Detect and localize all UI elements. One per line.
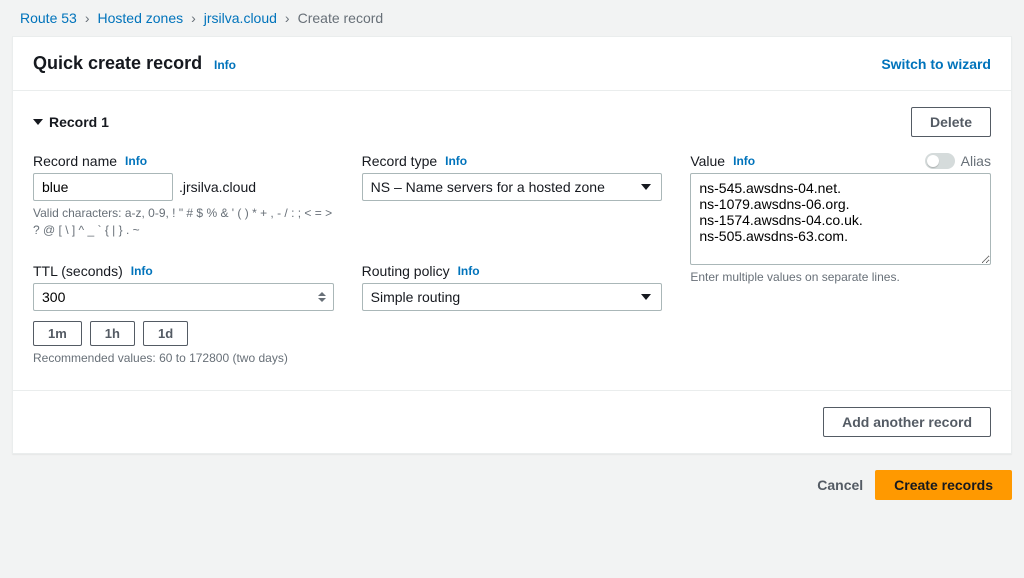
ttl-preset-1m[interactable]: 1m bbox=[33, 321, 82, 346]
record-name-suffix: .jrsilva.cloud bbox=[179, 179, 256, 195]
chevron-down-icon bbox=[641, 184, 651, 190]
ttl-preset-1h[interactable]: 1h bbox=[90, 321, 135, 346]
record-title-label: Record 1 bbox=[49, 114, 109, 130]
routing-policy-info-link[interactable]: Info bbox=[458, 264, 480, 278]
ttl-label: TTL (seconds) bbox=[33, 263, 123, 279]
alias-toggle-label: Alias bbox=[961, 153, 991, 169]
chevron-right-icon: › bbox=[285, 10, 290, 26]
breadcrumb-link-hosted-zones[interactable]: Hosted zones bbox=[98, 10, 184, 26]
record-expander[interactable]: Record 1 bbox=[33, 114, 109, 130]
ttl-field: TTL (seconds) Info 1m 1h 1d Recommended … bbox=[33, 263, 334, 367]
ttl-hint: Recommended values: 60 to 172800 (two da… bbox=[33, 350, 334, 367]
create-record-panel: Quick create record Info Switch to wizar… bbox=[12, 36, 1012, 454]
panel-footer: Add another record bbox=[13, 391, 1011, 453]
routing-policy-value: Simple routing bbox=[371, 289, 461, 305]
chevron-right-icon: › bbox=[191, 10, 196, 26]
stepper-down-icon bbox=[318, 298, 326, 302]
record-value-field: Value Info Alias ns-545.awsdns-04.net. n… bbox=[690, 153, 991, 366]
record-name-input[interactable] bbox=[33, 173, 173, 201]
switch-to-wizard-link[interactable]: Switch to wizard bbox=[881, 56, 991, 72]
page-title-info-link[interactable]: Info bbox=[214, 58, 236, 72]
page-actions: Cancel Create records bbox=[0, 470, 1024, 520]
chevron-right-icon: › bbox=[85, 10, 90, 26]
record-type-label: Record type bbox=[362, 153, 437, 169]
record-name-field: Record name Info .jrsilva.cloud Valid ch… bbox=[33, 153, 334, 239]
caret-down-icon bbox=[33, 119, 43, 125]
record-type-value: NS – Name servers for a hosted zone bbox=[371, 179, 605, 195]
alias-toggle[interactable] bbox=[925, 153, 955, 169]
add-another-record-button[interactable]: Add another record bbox=[823, 407, 991, 437]
record-value-label: Value bbox=[690, 153, 725, 169]
ttl-preset-1d[interactable]: 1d bbox=[143, 321, 188, 346]
breadcrumb-current: Create record bbox=[298, 10, 384, 26]
breadcrumb: Route 53 › Hosted zones › jrsilva.cloud … bbox=[0, 0, 1024, 36]
chevron-down-icon bbox=[641, 294, 651, 300]
ttl-input[interactable] bbox=[33, 283, 334, 311]
cancel-button[interactable]: Cancel bbox=[817, 477, 863, 493]
stepper-up-icon bbox=[318, 292, 326, 296]
record-value-info-link[interactable]: Info bbox=[733, 154, 755, 168]
breadcrumb-link-zone[interactable]: jrsilva.cloud bbox=[204, 10, 277, 26]
record-type-info-link[interactable]: Info bbox=[445, 154, 467, 168]
record-name-label: Record name bbox=[33, 153, 117, 169]
record-name-info-link[interactable]: Info bbox=[125, 154, 147, 168]
record-name-hint: Valid characters: a-z, 0-9, ! " # $ % & … bbox=[33, 205, 334, 239]
routing-policy-select[interactable]: Simple routing bbox=[362, 283, 663, 311]
panel-header: Quick create record Info Switch to wizar… bbox=[13, 37, 1011, 91]
ttl-info-link[interactable]: Info bbox=[131, 264, 153, 278]
record-type-field: Record type Info NS – Name servers for a… bbox=[362, 153, 663, 239]
create-records-button[interactable]: Create records bbox=[875, 470, 1012, 500]
routing-policy-label: Routing policy bbox=[362, 263, 450, 279]
page-title: Quick create record bbox=[33, 53, 202, 74]
record-1-block: Record 1 Delete Record name Info .jrsilv… bbox=[13, 91, 1011, 391]
record-type-select[interactable]: NS – Name servers for a hosted zone bbox=[362, 173, 663, 201]
breadcrumb-link-route53[interactable]: Route 53 bbox=[20, 10, 77, 26]
record-value-hint: Enter multiple values on separate lines. bbox=[690, 269, 991, 286]
ttl-stepper[interactable] bbox=[314, 287, 330, 307]
routing-policy-field: Routing policy Info Simple routing bbox=[362, 263, 663, 367]
record-value-textarea[interactable]: ns-545.awsdns-04.net. ns-1079.awsdns-06.… bbox=[690, 173, 991, 265]
delete-record-button[interactable]: Delete bbox=[911, 107, 991, 137]
